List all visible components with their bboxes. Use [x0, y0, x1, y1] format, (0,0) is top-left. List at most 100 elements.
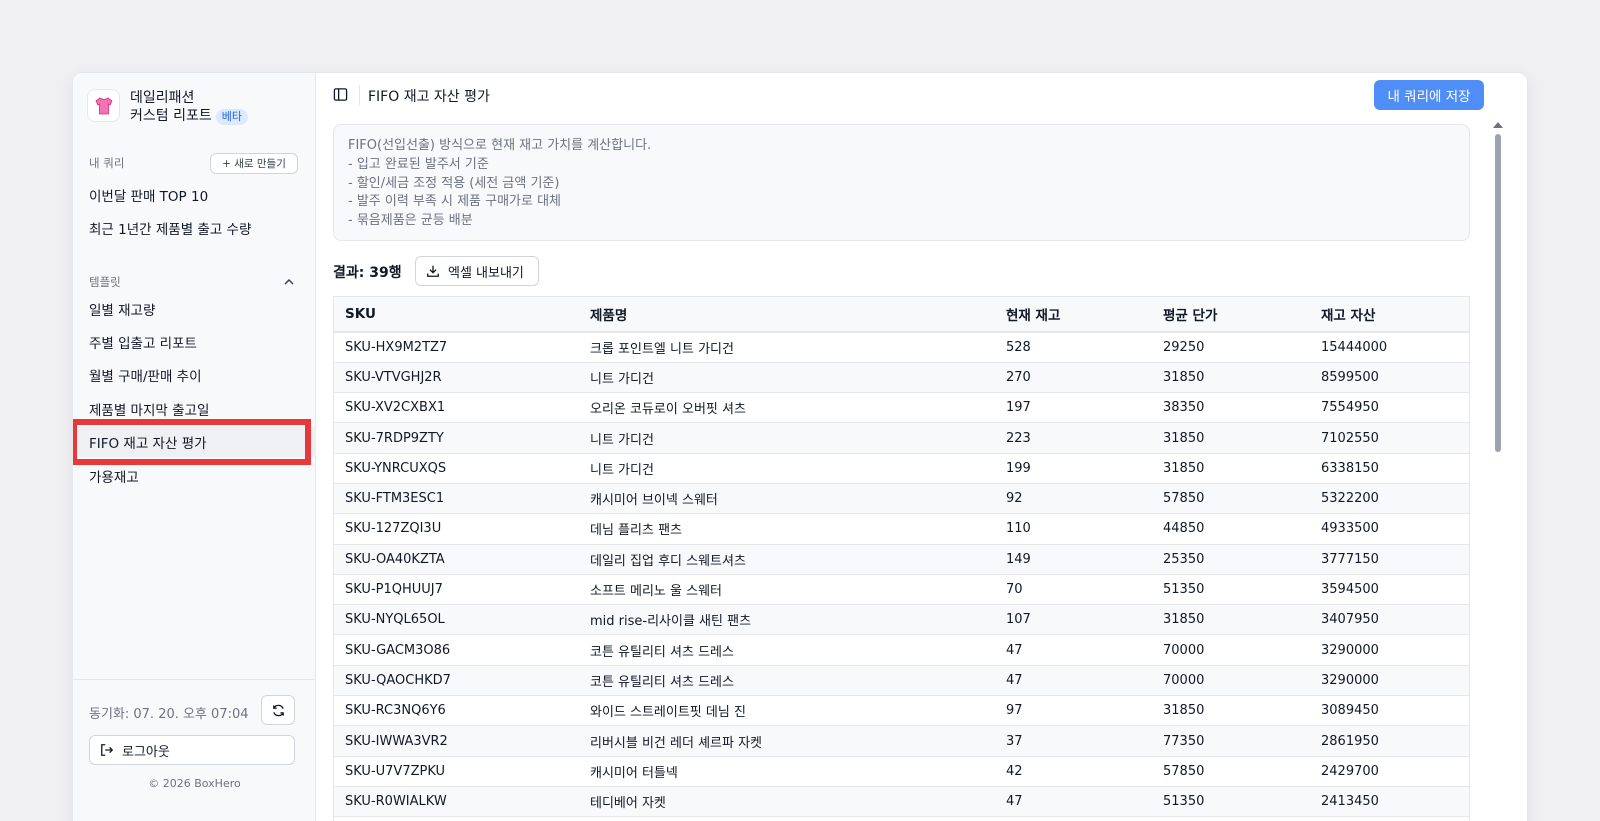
sku-cell: SKU-YNRCUXQS [334, 453, 579, 484]
inventory-value-cell: 7102550 [1310, 422, 1469, 454]
beta-badge: 베타 [215, 109, 248, 125]
copyright: © 2026 BoxHero [148, 777, 241, 790]
table-row: SKU-YNRCUXQS 니트 가디건 199 31850 6338150 [334, 453, 1469, 484]
brand: 데일리패션 커스텀 리포트 베타 [87, 89, 248, 125]
product-name-cell: 오리온 코듀로이 오버핏 셔츠 [579, 392, 995, 424]
table-header-row: SKU 제품명 현재 재고 평균 단가 재고 자산 [334, 297, 1469, 333]
product-name-cell: 데님 플리츠 팬츠 [579, 513, 995, 545]
column-header[interactable]: 현재 재고 [995, 297, 1152, 333]
inventory-value-cell: 5322200 [1310, 483, 1469, 515]
current-stock-cell: 47 [995, 786, 1152, 818]
table-row: SKU-FTM3ESC1 캐시미어 브이넥 스웨터 92 57850 5322200 [334, 483, 1469, 515]
current-stock-cell: 42 [995, 756, 1152, 787]
my-queries-label: 내 쿼리 [89, 156, 125, 170]
sku-cell: SKU-NYQL65OL [334, 604, 579, 636]
refresh-icon [272, 704, 284, 716]
column-header[interactable]: 재고 자산 [1310, 297, 1469, 333]
table-row: SKU-RC3NQ6Y6 와이드 스트레이트핏 데님 진 97 31850 308945… [334, 695, 1469, 727]
query-item[interactable]: 이번달 판매 TOP 10 [73, 180, 316, 210]
average-cost-cell: 29250 [1152, 332, 1310, 363]
description-line: - 입고 완료된 발주서 기준 [348, 156, 489, 172]
inventory-value-cell: 3089450 [1310, 695, 1469, 727]
average-cost-cell: 51350 [1152, 786, 1310, 818]
column-header[interactable]: SKU [334, 297, 579, 333]
chevron-up-icon[interactable] [282, 275, 296, 289]
template-item[interactable]: 월별 구매/판매 추이 [73, 360, 316, 390]
sku-cell: SKU-VTVGHJ2R [334, 362, 579, 394]
shirt-logo-icon [87, 89, 120, 122]
results-table: SKU 제품명 현재 재고 평균 단가 재고 자산 SKU-HX9M2TZ7 크롭… [333, 296, 1470, 821]
brand-subtitle: 커스텀 리포트 [130, 108, 212, 124]
inventory-value-cell: 8599500 [1310, 362, 1469, 394]
table-row: SKU-7RDP9ZTY 니트 가디건 223 31850 7102550 [334, 422, 1469, 454]
sku-cell: SKU-RC3NQ6Y6 [334, 695, 579, 727]
app-window: 데일리패션 커스텀 리포트 베타 내 쿼리 + 새로 만들기 이번달 판매 TOP… [72, 72, 1528, 821]
inventory-value-cell: 15444000 [1310, 332, 1469, 363]
logout-icon [101, 744, 114, 756]
table-row: SKU-XV2CXBX1 오리온 코듀로이 오버핏 셔츠 197 38350 75549… [334, 392, 1469, 424]
column-header[interactable]: 제품명 [579, 297, 995, 333]
sku-cell: SKU-IWWA3VR2 [334, 725, 579, 757]
scrollbar[interactable] [1492, 120, 1506, 821]
table-row: SKU-HX9M2TZ7 크롭 포인트엘 니트 가디건 528 29250 154440… [334, 332, 1469, 363]
new-query-button[interactable]: + 새로 만들기 [210, 153, 298, 174]
table-row: SKU-P1QHUUJ7 소프트 메리노 울 스웨터 70 51350 3594500 [334, 574, 1469, 606]
sidebar-toggle-icon[interactable] [333, 87, 348, 102]
template-item-active[interactable]: FIFO 재고 자산 평가 [73, 427, 316, 457]
product-name-cell: 니트 가디건 [579, 453, 995, 484]
inventory-value-cell: 3407950 [1310, 604, 1469, 636]
inventory-value-cell: 2861950 [1310, 725, 1469, 757]
inventory-value-cell: 3290000 [1310, 665, 1469, 697]
sku-cell: SKU-127ZQI3U [334, 513, 579, 545]
topbar: FIFO 재고 자산 평가 내 쿼리에 저장 [316, 73, 1527, 117]
current-stock-cell: 107 [995, 604, 1152, 636]
column-header[interactable]: 평균 단가 [1152, 297, 1310, 333]
table-row: SKU-OA40KZTA 데일리 집업 후디 스웨트셔츠 149 25350 37771… [334, 544, 1469, 575]
table-row: SKU-VTVGHJ2R 니트 가디건 270 31850 8599500 [334, 362, 1469, 394]
brand-name: 데일리패션 [130, 90, 195, 106]
query-item[interactable]: 최근 1년간 제품별 출고 수량 [73, 213, 316, 243]
table-row: SKU-127ZQI3U 데님 플리츠 팬츠 110 44850 4933500 [334, 513, 1469, 545]
average-cost-cell: 31850 [1152, 362, 1310, 394]
description-line: - 할인/세금 조정 적용 (세전 금액 기준) [348, 175, 560, 191]
description-line: FIFO(선입선출) 방식으로 현재 재고 가치를 계산합니다. [348, 138, 652, 153]
current-stock-cell: 110 [995, 513, 1152, 545]
average-cost-cell: 31850 [1152, 453, 1310, 484]
template-item[interactable]: 주별 입출고 리포트 [73, 327, 316, 357]
average-cost-cell: 57850 [1152, 483, 1310, 515]
page-title: FIFO 재고 자산 평가 [368, 89, 490, 105]
table-row: SKU-R0WIALKW 테디베어 자켓 47 51350 2413450 [334, 786, 1469, 818]
scroll-thumb[interactable] [1495, 134, 1501, 452]
scroll-up-arrow-icon[interactable] [1493, 122, 1503, 128]
export-excel-button[interactable]: 엑셀 내보내기 [415, 256, 539, 286]
product-name-cell: 와이드 스트레이트핏 데님 진 [579, 695, 995, 727]
description-line: - 묶음제품은 균등 배분 [348, 213, 473, 229]
description-line: - 발주 이력 부족 시 제품 구매가로 대체 [348, 194, 562, 210]
template-item[interactable]: 일별 재고량 [73, 294, 316, 324]
sku-cell: SKU-XV2CXBX1 [334, 392, 579, 424]
inventory-value-cell: 2429700 [1310, 756, 1469, 787]
product-name-cell: 소프트 메리노 울 스웨터 [579, 574, 995, 606]
sku-cell: SKU-HX9M2TZ7 [334, 332, 579, 363]
product-name-cell: 코튼 유틸리티 셔츠 드레스 [579, 665, 995, 697]
current-stock-cell: 199 [995, 453, 1152, 484]
average-cost-cell: 25350 [1152, 544, 1310, 575]
average-cost-cell: 31850 [1152, 604, 1310, 636]
product-name-cell: 리버시블 비건 레더 셰르파 자켓 [579, 725, 995, 757]
template-item[interactable]: 가용재고 [73, 461, 316, 491]
product-name-cell: 크롭 포인트엘 니트 가디건 [579, 332, 995, 363]
product-name-cell: mid rise-리사이클 새틴 팬츠 [579, 604, 995, 636]
main-content: FIFO 재고 자산 평가 내 쿼리에 저장 FIFO(선입선출) 방식으로 현… [316, 73, 1527, 821]
divider [359, 85, 360, 105]
table-row: SKU-NYQL65OL mid rise-리사이클 새틴 팬츠 107 31850 3… [334, 604, 1469, 636]
sidebar: 데일리패션 커스텀 리포트 베타 내 쿼리 + 새로 만들기 이번달 판매 TOP… [73, 73, 316, 821]
result-count: 결과: 39행 [333, 265, 402, 281]
description-box: FIFO(선입선출) 방식으로 현재 재고 가치를 계산합니다. - 입고 완료… [333, 124, 1470, 241]
current-stock-cell: 47 [995, 634, 1152, 666]
average-cost-cell: 31850 [1152, 695, 1310, 727]
template-item[interactable]: 제품별 마지막 출고일 [73, 394, 316, 424]
product-name-cell: 니트 가디건 [579, 362, 995, 394]
save-to-my-queries-button[interactable]: 내 쿼리에 저장 [1374, 80, 1484, 110]
refresh-button[interactable] [261, 695, 295, 725]
logout-button[interactable]: 로그아웃 [89, 735, 295, 765]
